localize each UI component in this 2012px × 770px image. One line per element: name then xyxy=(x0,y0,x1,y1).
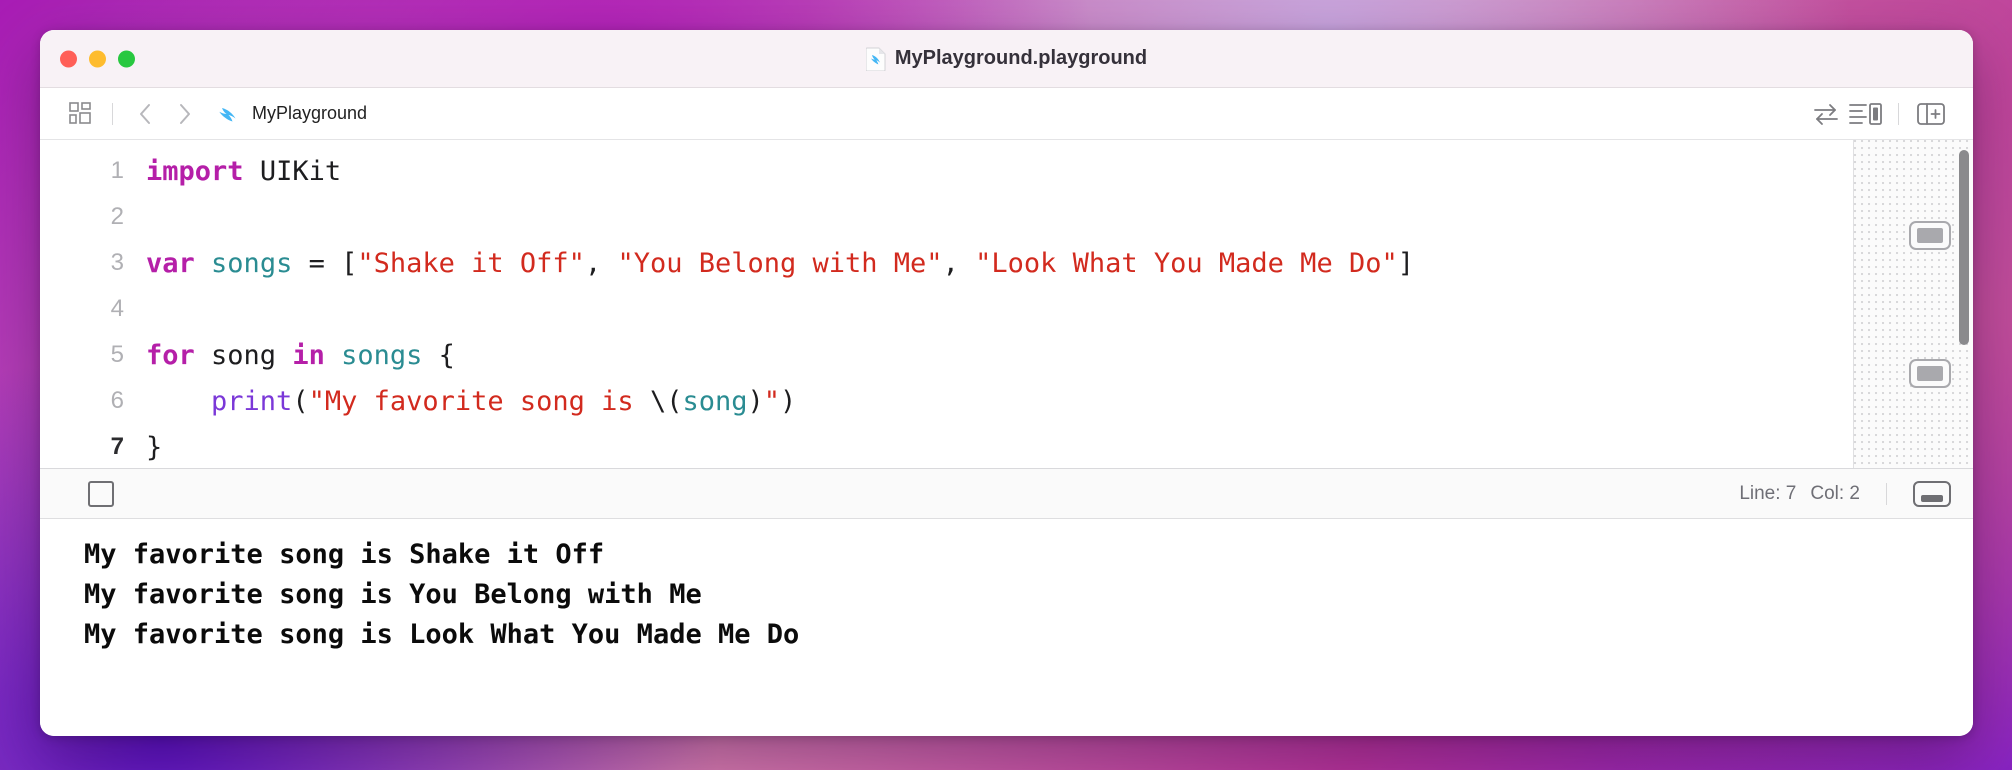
line-indicator: Line: 7 xyxy=(1739,482,1797,504)
toolbar-left-group: MyPlayground xyxy=(60,96,367,132)
code-line[interactable]: 1 import UIKit xyxy=(40,148,1853,194)
code-token: { xyxy=(422,339,455,371)
col-indicator: Col: 2 xyxy=(1810,482,1860,504)
line-number: 3 xyxy=(110,249,124,276)
editor-scrollbar[interactable] xyxy=(1958,146,1970,463)
code-line-text: } xyxy=(146,432,1853,463)
back-chevron-icon[interactable] xyxy=(125,96,165,132)
results-sidebar xyxy=(1853,140,1973,468)
window-titlebar: MyPlayground.playground xyxy=(40,30,1973,88)
code-token: songs xyxy=(211,247,293,279)
toolbar-divider-1 xyxy=(112,102,113,125)
console-toggle-button[interactable] xyxy=(1913,480,1951,507)
code-token: var xyxy=(146,247,195,279)
code-token: ) xyxy=(780,385,797,417)
code-token: songs xyxy=(341,339,423,371)
code-line[interactable]: 5 for song in songs { xyxy=(40,332,1853,378)
code-token: } xyxy=(146,431,163,463)
code-line[interactable]: 4 xyxy=(40,286,1853,332)
grid-icon[interactable] xyxy=(60,96,100,132)
code-token: song xyxy=(682,385,748,417)
line-number: 2 xyxy=(110,203,124,230)
line-number: 4 xyxy=(110,295,124,322)
code-line-text: for song in songs { xyxy=(146,340,1853,371)
code-token: " xyxy=(763,385,781,417)
code-line[interactable]: 3 var songs = ["Shake it Off", "You Belon… xyxy=(40,240,1853,286)
code-token: print xyxy=(211,385,293,417)
statusbar-right-group: Line: 7 Col: 2 xyxy=(1739,480,1951,507)
breadcrumb[interactable]: MyPlayground xyxy=(219,102,367,126)
line-number: 1 xyxy=(110,157,124,184)
window-title-group: MyPlayground.playground xyxy=(40,47,1973,71)
code-token: , xyxy=(942,247,976,279)
line-col-indicator: Line: 7 Col: 2 xyxy=(1739,483,1860,505)
toolbar-right-group xyxy=(1806,96,1951,132)
code-token: for xyxy=(146,339,195,371)
code-line[interactable]: 2 xyxy=(40,194,1853,240)
code-line-text: var songs = ["Shake it Off", "You Belong… xyxy=(146,248,1853,279)
code-token: "Shake it Off" xyxy=(357,247,585,279)
line-number: 7 xyxy=(110,433,124,460)
breadcrumb-label: MyPlayground xyxy=(252,103,368,123)
editor-toolbar: MyPlayground xyxy=(40,88,1973,140)
code-line-text: print("My favorite song is \(song)") xyxy=(146,386,1853,417)
code-token: \( xyxy=(649,385,683,417)
code-line[interactable]: 7} xyxy=(40,424,1853,468)
toolbar-divider-2 xyxy=(1898,102,1899,125)
code-token: ] xyxy=(1397,247,1414,279)
code-token: ( xyxy=(292,385,309,417)
code-line-text: import UIKit xyxy=(146,156,1853,187)
add-panel-icon[interactable] xyxy=(1911,96,1951,132)
line-number: 5 xyxy=(110,341,124,368)
traffic-light-group xyxy=(60,50,135,67)
swift-bird-icon xyxy=(219,102,243,126)
code-token: in xyxy=(292,339,325,371)
maximize-button[interactable] xyxy=(118,50,135,67)
editor-scrollbar-thumb[interactable] xyxy=(1959,150,1969,345)
line-number: 6 xyxy=(110,387,124,414)
statusbar-divider xyxy=(1886,482,1887,505)
code-lines-container[interactable]: 1 import UIKit 2 3 var songs = ["Shake it Of… xyxy=(40,140,1853,468)
code-token: ) xyxy=(747,385,764,417)
code-token: "Look What You Made Me Do" xyxy=(975,247,1398,279)
code-token: import xyxy=(146,155,244,187)
quick-look-button-line-6[interactable] xyxy=(1909,359,1951,388)
text-and-panel-icon[interactable] xyxy=(1846,96,1886,132)
quick-look-button-line-3[interactable] xyxy=(1909,221,1951,250)
code-token: song xyxy=(194,339,293,371)
code-token: "You Belong with Me" xyxy=(617,247,943,279)
stop-button[interactable] xyxy=(88,480,114,507)
code-token: UIKit xyxy=(259,155,342,187)
forward-chevron-icon[interactable] xyxy=(165,96,205,132)
code-line[interactable]: 6 print("My favorite song is \(song)") xyxy=(40,378,1853,424)
window-title-text: MyPlayground.playground xyxy=(894,47,1148,69)
playground-window: MyPlayground.playground MyPlayground 1 i… xyxy=(40,30,1973,736)
console-output[interactable]: My favorite song is Shake it Off My favor… xyxy=(40,519,1973,736)
console-line: My favorite song is Look What You Made M… xyxy=(84,619,800,650)
code-token: , xyxy=(584,247,618,279)
editor-statusbar: Line: 7 Col: 2 xyxy=(40,469,1973,519)
minimize-button[interactable] xyxy=(89,50,106,67)
code-token: = [ xyxy=(292,247,358,279)
console-line: My favorite song is Shake it Off xyxy=(84,539,605,570)
code-editor[interactable]: 1 import UIKit 2 3 var songs = ["Shake it Of… xyxy=(40,140,1973,469)
swap-arrows-icon[interactable] xyxy=(1806,96,1846,132)
playground-document-icon xyxy=(865,47,886,71)
console-line: My favorite song is You Belong with Me xyxy=(84,579,702,610)
code-token: "My favorite song is xyxy=(308,385,650,417)
close-button[interactable] xyxy=(60,50,77,67)
